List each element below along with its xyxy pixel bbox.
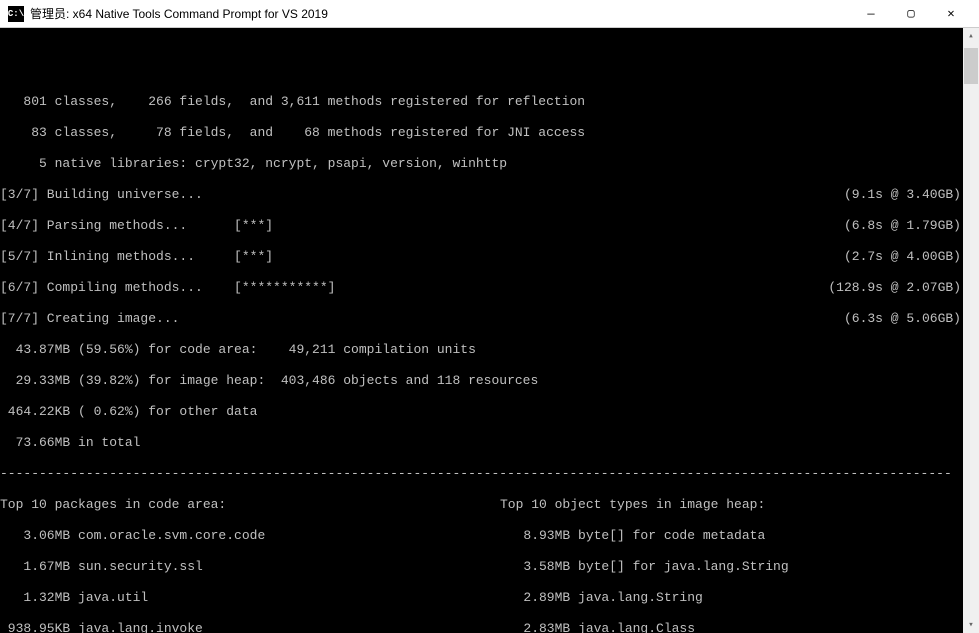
output-line: [6/7] Compiling methods... [***********]… bbox=[0, 280, 961, 296]
output-line: 3.06MB com.oracle.svm.core.code 8.93MB b… bbox=[0, 528, 961, 544]
output-line: 1.67MB sun.security.ssl 3.58MB byte[] fo… bbox=[0, 559, 961, 575]
output-line: 29.33MB (39.82%) for image heap: 403,486… bbox=[0, 373, 961, 389]
window-title: 管理员: x64 Native Tools Command Prompt for… bbox=[30, 5, 851, 22]
output-line: 5 native libraries: crypt32, ncrypt, psa… bbox=[0, 156, 961, 172]
maximize-button[interactable]: ▢ bbox=[891, 1, 931, 27]
terminal-output: ▴ ▾ 801 classes, 266 fields, and 3,611 m… bbox=[0, 28, 979, 633]
output-line: 73.66MB in total bbox=[0, 435, 961, 451]
output-line: [5/7] Inlining methods... [***](2.7s @ 4… bbox=[0, 249, 961, 265]
divider: ----------------------------------------… bbox=[0, 466, 961, 482]
scroll-thumb[interactable] bbox=[964, 48, 978, 84]
output-line: [7/7] Creating image...(6.3s @ 5.06GB) bbox=[0, 311, 961, 327]
output-line: 464.22KB ( 0.62%) for other data bbox=[0, 404, 961, 420]
output-line: 1.32MB java.util 2.89MB java.lang.String bbox=[0, 590, 961, 606]
window-controls: — ▢ ✕ bbox=[851, 1, 971, 27]
cmd-icon: C:\ bbox=[8, 6, 24, 22]
title-bar: C:\ 管理员: x64 Native Tools Command Prompt… bbox=[0, 0, 979, 28]
output-line: 938.95KB java.lang.invoke 2.83MB java.la… bbox=[0, 621, 961, 633]
output-line: [3/7] Building universe...(9.1s @ 3.40GB… bbox=[0, 187, 961, 203]
output-line: 43.87MB (59.56%) for code area: 49,211 c… bbox=[0, 342, 961, 358]
scroll-up-arrow[interactable]: ▴ bbox=[964, 28, 978, 44]
output-line: 801 classes, 266 fields, and 3,611 metho… bbox=[0, 94, 961, 110]
output-line: 83 classes, 78 fields, and 68 methods re… bbox=[0, 125, 961, 141]
output-line: [4/7] Parsing methods... [***](6.8s @ 1.… bbox=[0, 218, 961, 234]
minimize-button[interactable]: — bbox=[851, 1, 891, 27]
close-button[interactable]: ✕ bbox=[931, 1, 971, 27]
scroll-down-arrow[interactable]: ▾ bbox=[964, 617, 978, 633]
scrollbar[interactable]: ▴ ▾ bbox=[963, 28, 979, 633]
output-line: Top 10 packages in code area:Top 10 obje… bbox=[0, 497, 961, 513]
